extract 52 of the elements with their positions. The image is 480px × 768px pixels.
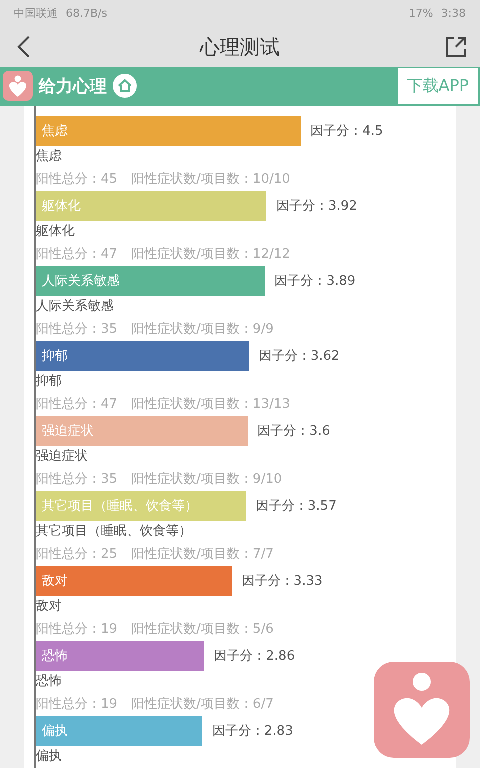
symptom-ratio: 阳性症状数/项目数：10/10 — [132, 171, 290, 190]
factor-bar: 偏执 — [36, 716, 202, 746]
factor-bar: 抑郁 — [36, 341, 249, 372]
download-button[interactable]: 下载APP — [398, 68, 478, 104]
symptom-ratio: 阳性症状数/项目数：9/10 — [132, 471, 282, 490]
factor-score: 因子分：3.33 — [242, 573, 323, 590]
factor-name: 焦虑 — [36, 148, 63, 166]
symptom-ratio: 阳性症状数/项目数：5/6 — [132, 621, 274, 640]
share-button[interactable] — [444, 35, 468, 60]
factor-score: 因子分：3.62 — [258, 348, 340, 366]
factor-bar: 恐怖 — [36, 641, 204, 672]
brand-name: 给力心理 — [39, 76, 107, 98]
factor-bar: 敌对 — [36, 566, 232, 596]
positive-total: 阳性总分：47 — [36, 396, 118, 414]
factor-bar: 强迫症状 — [36, 416, 248, 446]
network-speed: 68.7B/s — [66, 7, 108, 20]
factor-name: 敌对 — [36, 598, 63, 616]
factor-name: 人际关系敏感 — [36, 298, 115, 316]
battery-level: 17% — [408, 7, 434, 20]
factor-bar: 躯体化 — [36, 191, 266, 222]
factor-name: 强迫症状 — [36, 448, 89, 466]
factor-bar: 焦虑 — [36, 116, 301, 146]
factor-bar: 人际关系敏感 — [36, 266, 265, 296]
factor-score: 因子分：3.6 — [258, 423, 330, 440]
factor-bar: 其它项目（睡眠、饮食等） — [36, 491, 246, 522]
positive-total: 阳性总分：19 — [36, 696, 118, 714]
positive-total: 阳性总分：19 — [36, 621, 118, 640]
symptom-ratio: 阳性症状数/项目数：13/13 — [132, 396, 290, 414]
factor-name: 抑郁 — [36, 373, 63, 392]
symptom-ratio: 阳性症状数/项目数：9/9 — [132, 321, 274, 340]
factor-score: 因子分：3.57 — [256, 498, 337, 516]
heart-logo-icon — [3, 71, 33, 102]
factor-score: 因子分：4.5 — [310, 123, 384, 140]
page-title: 心理测试 — [200, 34, 280, 61]
clock-time: 3:38 — [441, 7, 466, 20]
factor-name: 恐怖 — [36, 673, 63, 692]
symptom-ratio: 阳性症状数/项目数：7/7 — [132, 546, 274, 564]
positive-total: 阳性总分：35 — [36, 321, 118, 340]
carrier-text: 中国联通 — [14, 6, 58, 22]
symptom-ratio: 阳性症状数/项目数：6/7 — [132, 696, 274, 714]
factor-name: 偏执 — [36, 748, 63, 766]
factor-score: 因子分：2.86 — [214, 648, 296, 666]
positive-total: 阳性总分：45 — [36, 171, 118, 190]
factor-name: 躯体化 — [36, 223, 76, 242]
factor-score: 因子分：3.89 — [274, 273, 356, 290]
positive-total: 阳性总分：47 — [36, 246, 118, 264]
factor-name: 其它项目（睡眠、饮食等） — [36, 523, 193, 542]
factor-score: 因子分：3.92 — [276, 198, 358, 216]
positive-total: 阳性总分：35 — [36, 471, 118, 490]
positive-total: 阳性总分：25 — [36, 546, 118, 564]
symptom-ratio: 阳性症状数/项目数：12/12 — [132, 246, 290, 264]
factor-score: 因子分：2.83 — [212, 723, 294, 740]
